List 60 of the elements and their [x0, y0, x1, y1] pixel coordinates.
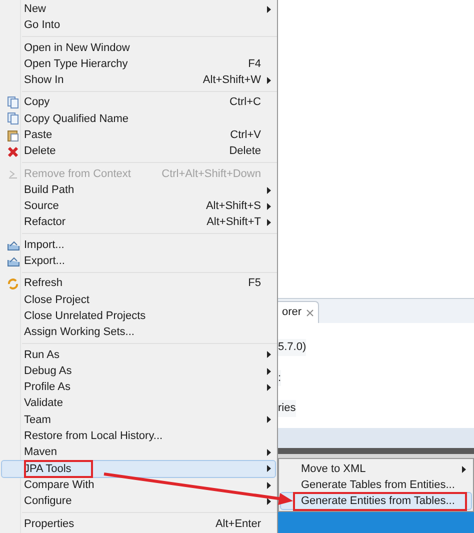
menu-item[interactable]: Close Project: [2, 292, 275, 308]
menu-item[interactable]: Close Unrelated Projects: [2, 308, 275, 324]
tree-text: ries: [278, 400, 296, 416]
menu-item[interactable]: Paste Ctrl+V: [2, 127, 275, 144]
pages-icon: [7, 112, 19, 126]
tree-text: :: [278, 370, 282, 386]
submenu-arrow-icon: [267, 219, 271, 226]
menu-item[interactable]: Delete Delete: [2, 143, 275, 160]
menu-item[interactable]: Assign Working Sets...: [2, 324, 275, 341]
close-icon: [306, 308, 314, 316]
pages-icon: [7, 96, 19, 110]
submenu-arrow-icon: [267, 76, 271, 84]
menu-item[interactable]: Compare With: [2, 477, 275, 494]
menu-item[interactable]: Team: [2, 412, 275, 428]
tree-text: 5.7.0): [278, 339, 306, 356]
menu-item[interactable]: Export...: [2, 253, 275, 270]
menu-item[interactable]: Go Into: [2, 17, 275, 34]
menu-item[interactable]: Build Path: [2, 182, 275, 198]
menu-item[interactable]: Refactor Alt+Shift+T: [2, 214, 275, 231]
menu-item[interactable]: Copy Ctrl+C: [2, 94, 275, 111]
menu-item[interactable]: Copy Qualified Name: [2, 110, 275, 128]
submenu-arrow-icon: [267, 368, 271, 375]
submenu-arrow-icon: [462, 466, 466, 472]
submenu-arrow-icon: [267, 416, 271, 424]
menu-item[interactable]: Run As: [2, 346, 275, 363]
submenu-arrow-icon: [267, 498, 271, 505]
close-icon: [7, 146, 19, 158]
tray-icon: [6, 240, 20, 250]
refresh-icon: [7, 278, 19, 290]
menu-item[interactable]: Open Type Hierarchy F4: [2, 56, 275, 72]
menu-item[interactable]: Profile As: [2, 379, 275, 396]
menu-item[interactable]: Open in New Window: [2, 40, 275, 56]
menu-item[interactable]: Validate: [2, 396, 275, 412]
submenu-arrow-icon: [267, 186, 271, 194]
menu-item[interactable]: Show In Alt+Shift+W: [2, 72, 275, 88]
submenu-arrow-icon: [267, 449, 271, 456]
menu-item[interactable]: Source Alt+Shift+S: [2, 198, 275, 215]
clipboard-icon: [7, 128, 19, 142]
menu-item[interactable]: New: [2, 1, 275, 18]
submenu-arrow-icon: [267, 351, 271, 358]
menu-item[interactable]: Configure: [2, 493, 275, 510]
view-tab[interactable]: orer: [278, 301, 319, 323]
menu-item[interactable]: Generate Tables from Entities...: [281, 477, 471, 493]
menu-item[interactable]: Refresh F5: [2, 275, 275, 292]
menu-item[interactable]: JPA Tools: [2, 460, 275, 478]
highlight-frame: [24, 460, 93, 478]
arrow-icon: [8, 168, 18, 179]
submenu-arrow-icon: [267, 202, 271, 210]
submenu-arrow-icon: [267, 465, 271, 472]
menu-item[interactable]: Properties Alt+Enter: [2, 516, 275, 532]
menu-item[interactable]: Generate Entities from Tables...: [281, 493, 471, 509]
tray-icon: [6, 256, 20, 267]
menu-item[interactable]: Restore from Local History...: [2, 428, 275, 444]
menu-item[interactable]: Debug As: [2, 362, 275, 380]
submenu-arrow-icon: [267, 482, 271, 489]
submenu-arrow-icon: [267, 384, 271, 391]
menu-item[interactable]: Maven: [2, 444, 275, 461]
submenu-arrow-icon: [267, 6, 271, 13]
menu-item[interactable]: Import...: [2, 236, 275, 254]
menu-item[interactable]: Move to XML: [281, 461, 471, 477]
